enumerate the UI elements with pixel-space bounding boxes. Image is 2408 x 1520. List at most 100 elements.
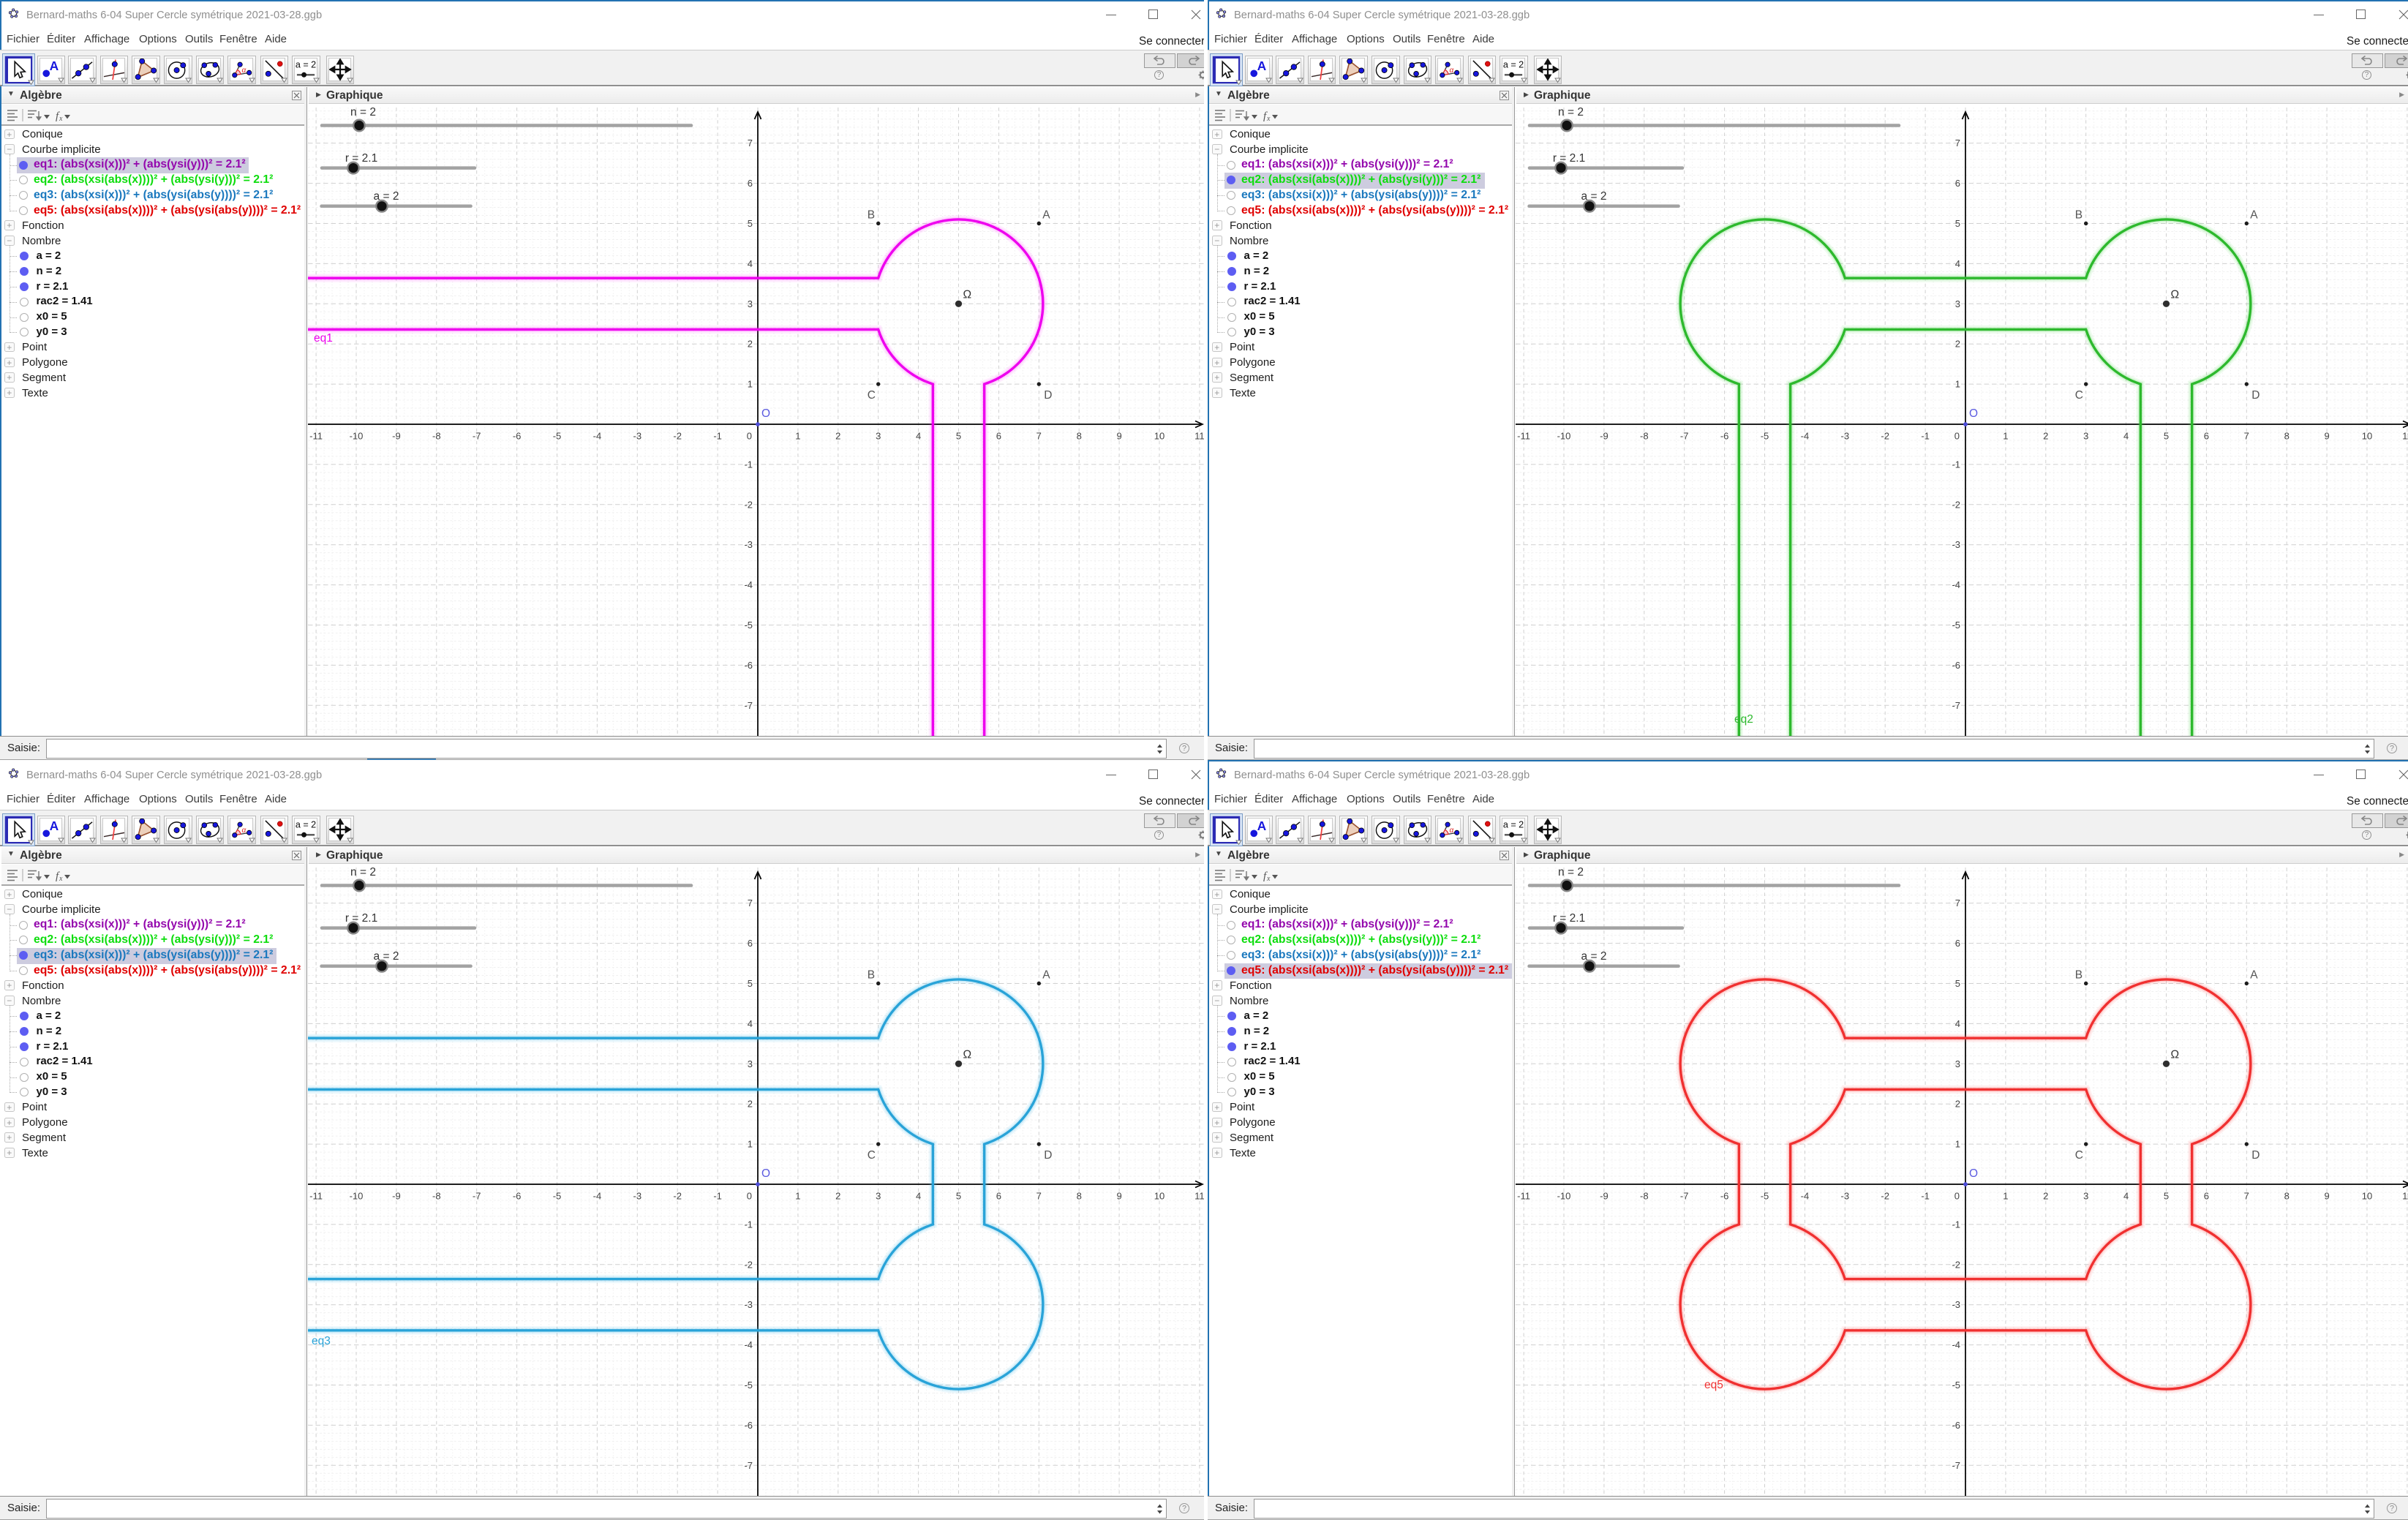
svg-text:-2: -2 (1881, 431, 1889, 442)
svg-text:1: 1 (1955, 379, 1960, 390)
svg-text:3: 3 (2083, 1191, 2088, 1202)
svg-text:8: 8 (1077, 1191, 1082, 1202)
svg-text:-1: -1 (713, 431, 722, 442)
svg-text:A: A (2250, 209, 2258, 222)
svg-text:-1: -1 (1952, 459, 1960, 470)
svg-text:-2: -2 (744, 499, 753, 510)
svg-text:-10: -10 (350, 1191, 364, 1202)
svg-text:7: 7 (1955, 138, 1960, 148)
svg-text:10: 10 (2362, 1191, 2372, 1202)
svg-text:8: 8 (2284, 431, 2290, 442)
svg-text:4: 4 (2123, 1191, 2129, 1202)
svg-text:3: 3 (2083, 431, 2088, 442)
svg-text:-7: -7 (1952, 1460, 1960, 1471)
svg-text:-1: -1 (1952, 1219, 1960, 1230)
svg-text:6: 6 (1955, 178, 1960, 189)
svg-text:3: 3 (1955, 298, 1960, 309)
svg-text:-5: -5 (1952, 1380, 1960, 1391)
svg-text:-9: -9 (1600, 1191, 1609, 1202)
svg-text:n = 2: n = 2 (350, 868, 376, 878)
svg-text:9: 9 (1116, 431, 1121, 442)
svg-text:4: 4 (916, 431, 921, 442)
svg-text:-6: -6 (1720, 1191, 1729, 1202)
svg-text:-3: -3 (1841, 1191, 1850, 1202)
svg-text:0: 0 (1954, 431, 1960, 442)
svg-text:11: 11 (1194, 1191, 1204, 1202)
svg-text:0: 0 (747, 431, 752, 442)
svg-text:-6: -6 (1952, 660, 1960, 671)
svg-text:7: 7 (1036, 431, 1042, 442)
svg-text:2: 2 (748, 1099, 753, 1110)
svg-text:r = 2.1: r = 2.1 (1553, 152, 1585, 165)
svg-text:1: 1 (748, 379, 753, 390)
svg-text:Ω: Ω (963, 1048, 972, 1061)
svg-text:6: 6 (2204, 431, 2209, 442)
svg-text:-2: -2 (1952, 1259, 1960, 1270)
svg-text:8: 8 (1077, 431, 1082, 442)
svg-text:-10: -10 (350, 431, 364, 442)
svg-text:n = 2: n = 2 (350, 108, 376, 118)
svg-text:-2: -2 (744, 1259, 753, 1270)
svg-text:2: 2 (748, 339, 753, 350)
svg-text:D: D (1044, 389, 1052, 402)
svg-text:-9: -9 (392, 431, 401, 442)
svg-text:a = 2: a = 2 (1581, 950, 1607, 963)
svg-text:5: 5 (1955, 978, 1960, 989)
svg-text:-5: -5 (1952, 620, 1960, 631)
svg-text:-2: -2 (1881, 1191, 1889, 1202)
svg-text:D: D (1044, 1149, 1052, 1162)
svg-text:C: C (2075, 389, 2083, 402)
svg-text:-3: -3 (1841, 431, 1850, 442)
svg-text:0: 0 (1954, 1191, 1960, 1202)
svg-text:-3: -3 (633, 431, 642, 442)
svg-text:4: 4 (1955, 1018, 1960, 1029)
svg-text:4: 4 (1955, 258, 1960, 269)
svg-text:-11: -11 (1517, 431, 1530, 442)
svg-text:2: 2 (1955, 339, 1960, 350)
svg-text:4: 4 (916, 1191, 921, 1202)
svg-text:2: 2 (835, 1191, 840, 1202)
svg-text:O: O (1969, 407, 1978, 420)
svg-text:5: 5 (748, 218, 753, 229)
svg-text:O: O (761, 407, 770, 420)
svg-text:1: 1 (2003, 1191, 2008, 1202)
svg-text:9: 9 (1116, 1191, 1121, 1202)
svg-text:10: 10 (2362, 431, 2372, 442)
svg-text:B: B (868, 209, 875, 222)
svg-text:5: 5 (1955, 218, 1960, 229)
svg-text:B: B (2075, 209, 2082, 222)
svg-text:r = 2.1: r = 2.1 (345, 912, 377, 925)
svg-text:-11: -11 (309, 431, 323, 442)
svg-text:-8: -8 (1640, 1191, 1649, 1202)
svg-text:-9: -9 (1600, 431, 1609, 442)
svg-text:-2: -2 (1952, 499, 1960, 510)
svg-text:B: B (868, 969, 875, 982)
svg-text:Ω: Ω (2171, 1048, 2180, 1061)
svg-text:-7: -7 (1952, 700, 1960, 711)
svg-text:O: O (1969, 1167, 1978, 1180)
svg-text:-7: -7 (744, 1460, 753, 1471)
svg-text:2: 2 (2043, 1191, 2048, 1202)
svg-text:eq1: eq1 (314, 332, 333, 345)
svg-text:eq3: eq3 (312, 1335, 331, 1347)
svg-text:3: 3 (748, 1058, 753, 1069)
svg-text:-3: -3 (744, 1299, 753, 1310)
svg-text:-5: -5 (553, 1191, 562, 1202)
svg-text:-1: -1 (744, 459, 753, 470)
svg-text:2: 2 (1955, 1099, 1960, 1110)
svg-text:-10: -10 (1557, 1191, 1571, 1202)
svg-text:-1: -1 (1921, 1191, 1930, 1202)
svg-text:-5: -5 (1761, 431, 1769, 442)
svg-text:Ω: Ω (963, 288, 972, 301)
svg-text:-3: -3 (633, 1191, 642, 1202)
svg-text:6: 6 (748, 938, 753, 949)
svg-text:11: 11 (2402, 1191, 2408, 1202)
svg-text:-6: -6 (744, 660, 753, 671)
svg-text:10: 10 (1154, 431, 1165, 442)
svg-text:7: 7 (2244, 431, 2249, 442)
svg-text:-4: -4 (593, 431, 602, 442)
svg-text:1: 1 (748, 1139, 753, 1150)
svg-text:r = 2.1: r = 2.1 (1553, 912, 1585, 925)
svg-text:3: 3 (876, 1191, 881, 1202)
svg-text:8: 8 (2284, 1191, 2290, 1202)
